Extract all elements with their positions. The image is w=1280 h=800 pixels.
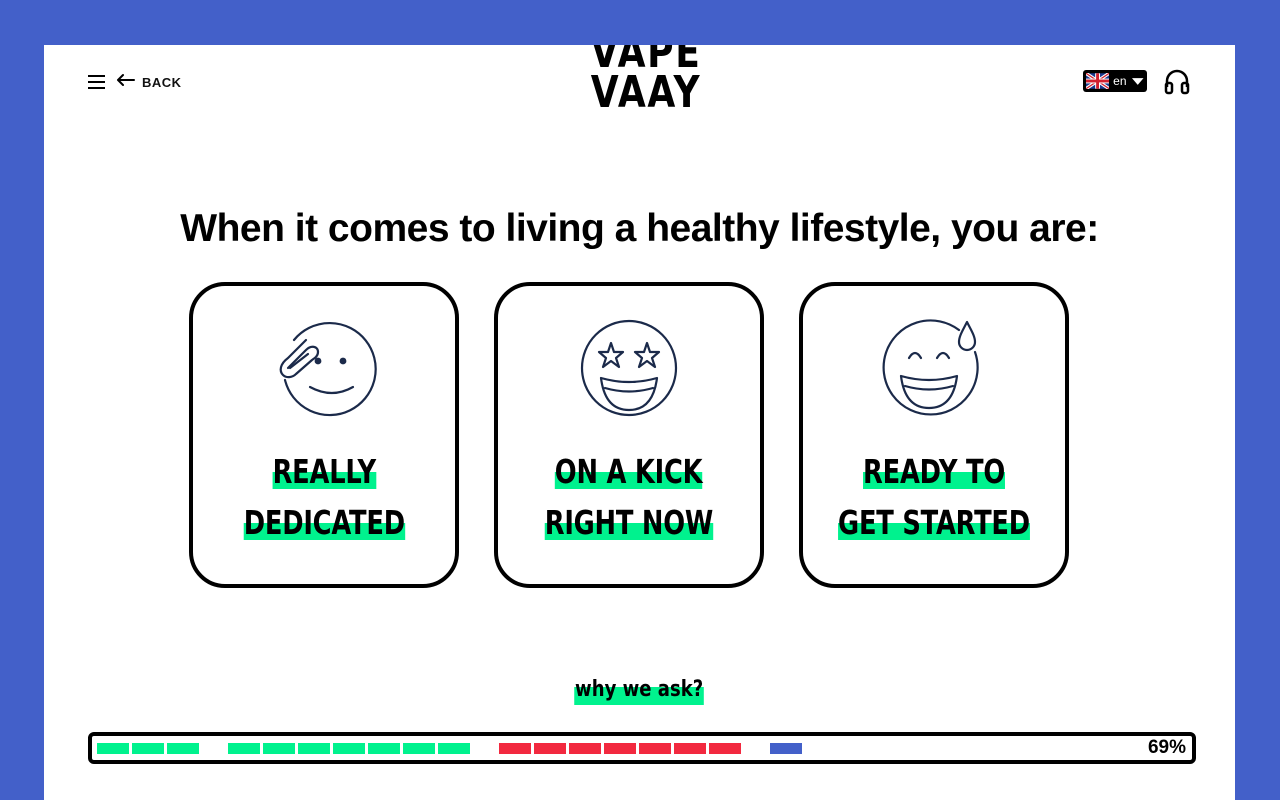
headphones-icon (1164, 69, 1190, 95)
grinning-sweat-face-icon (879, 318, 989, 423)
option-label-line-1: READY TO (862, 452, 1005, 492)
answer-options: REALLY DEDICATED ON A KICK RIGHT NOW REA… (189, 282, 1069, 588)
option-label: READY TO GET STARTED (803, 452, 1065, 554)
option-card-ready-to-get-started[interactable]: READY TO GET STARTED (799, 282, 1069, 588)
option-label-line-1: ON A KICK (555, 452, 703, 492)
progress-segment (604, 743, 636, 754)
why-we-ask-container: why we ask? (44, 675, 1235, 705)
option-label-line-2: DEDICATED (243, 503, 405, 543)
topbar-right: en (1083, 67, 1191, 95)
logo-line-2: VAAY (590, 67, 702, 118)
progress-segment (403, 743, 435, 754)
progress-bar: 69% (88, 732, 1196, 764)
progress-segment (263, 743, 295, 754)
uk-flag-icon (1086, 73, 1110, 89)
progress-segment (770, 743, 802, 754)
progress-segment (132, 743, 164, 754)
progress-segment (674, 743, 706, 754)
option-card-on-a-kick[interactable]: ON A KICK RIGHT NOW (494, 282, 764, 588)
option-label-line-2: RIGHT NOW (544, 503, 714, 543)
caret-down-icon (1131, 77, 1144, 85)
progress-segment (368, 743, 400, 754)
option-label-line-1: REALLY (272, 452, 376, 492)
arrow-left-icon (116, 73, 136, 92)
vapevaay-logo[interactable]: VAPE VAAY (580, 45, 711, 118)
progress-segment (167, 743, 199, 754)
option-label: ON A KICK RIGHT NOW (498, 452, 760, 554)
progress-segment (298, 743, 330, 754)
language-select[interactable]: en (1083, 70, 1147, 92)
why-we-ask-link[interactable]: why we ask? (574, 675, 705, 705)
progress-segment (499, 743, 531, 754)
topbar-left: BACK (88, 72, 182, 92)
back-button[interactable]: BACK (116, 73, 182, 92)
progress-segment (228, 743, 260, 754)
progress-segment (333, 743, 365, 754)
progress-segment (97, 743, 129, 754)
back-label: BACK (142, 74, 182, 90)
option-label-line-2: GET STARTED (838, 503, 1030, 543)
star-struck-face-icon (579, 318, 679, 423)
progress-segment (438, 743, 470, 754)
hamburger-menu-icon[interactable] (88, 74, 106, 90)
progress-segment (709, 743, 741, 754)
question-heading: When it comes to living a healthy lifest… (180, 207, 1099, 250)
option-card-really-dedicated[interactable]: REALLY DEDICATED (189, 282, 459, 588)
support-button[interactable] (1163, 67, 1191, 95)
main-panel: BACK VAPE VAAY en When it comes to livin… (44, 45, 1235, 800)
saluting-face-icon (266, 318, 382, 423)
progress-segment (534, 743, 566, 754)
progress-percent: 69% (1147, 737, 1186, 758)
progress-segment (639, 743, 671, 754)
language-code: en (1113, 74, 1127, 88)
option-label: REALLY DEDICATED (193, 452, 455, 554)
progress-segment (569, 743, 601, 754)
